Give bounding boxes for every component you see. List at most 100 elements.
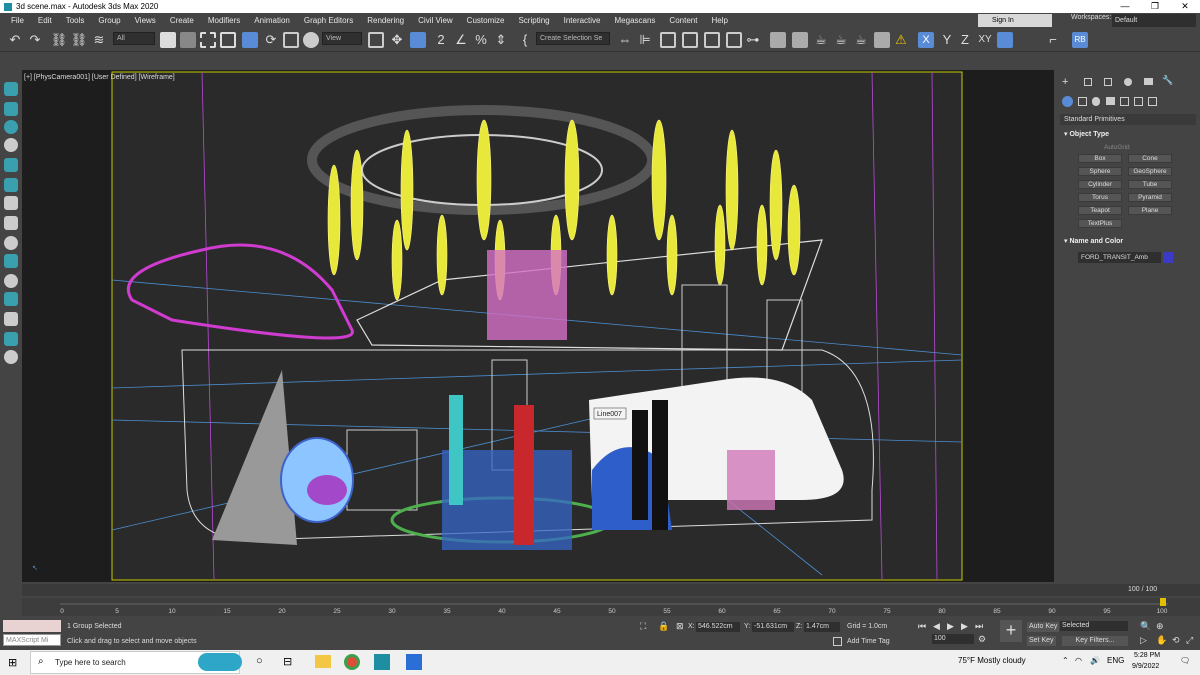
keyboard-shortcut-override-icon[interactable] <box>410 32 426 48</box>
utilities-tab-icon[interactable]: 🔧 <box>1162 75 1173 86</box>
window-crossing-icon[interactable] <box>220 32 236 48</box>
move-icon[interactable] <box>242 32 258 48</box>
render-iterative-icon[interactable]: ☕ <box>832 31 850 49</box>
autogrid-checkbox[interactable]: AutoGrid <box>1104 144 1130 151</box>
maximize-viewport-icon[interactable]: ⤢ <box>1186 635 1193 646</box>
close-button[interactable]: ✕ <box>1170 0 1200 13</box>
teapot-button[interactable]: Teapot <box>1078 206 1122 215</box>
helper-icon[interactable] <box>4 292 18 306</box>
shapes-subtab-icon[interactable] <box>1078 97 1087 106</box>
helpers-subtab-icon[interactable] <box>1120 97 1129 106</box>
grid-icon[interactable] <box>4 312 18 326</box>
notifications-icon[interactable]: 🗨 <box>1180 656 1190 665</box>
populate-icon[interactable] <box>4 82 18 96</box>
set-keys-icon[interactable]: + <box>1000 620 1022 642</box>
menu-file[interactable]: File <box>4 16 31 25</box>
select-by-name-icon[interactable] <box>180 32 196 48</box>
viewport-label[interactable]: [+] [PhysCamera001] [User Defined] [Wire… <box>24 74 175 81</box>
file-explorer-icon[interactable] <box>315 655 331 668</box>
add-time-tag[interactable]: Add Time Tag <box>847 638 890 645</box>
menu-graph-editors[interactable]: Graph Editors <box>297 16 360 25</box>
category-dropdown[interactable]: Standard Primitives <box>1060 114 1196 125</box>
bulb-icon[interactable] <box>4 274 18 288</box>
light-icon[interactable] <box>4 120 18 134</box>
go-to-end-icon[interactable]: ⏭ <box>975 621 983 632</box>
current-frame-field[interactable]: 100 <box>932 634 974 644</box>
volume-icon[interactable]: 🔊 <box>1090 656 1100 665</box>
torus-button[interactable]: Torus <box>1078 193 1122 202</box>
key-mode-dropdown[interactable]: Selected <box>1060 621 1128 631</box>
sphere-icon[interactable] <box>4 236 18 250</box>
display-tab-icon[interactable] <box>1144 78 1153 85</box>
spinner-snap-icon[interactable]: ⇕ <box>492 31 510 49</box>
select-object-icon[interactable] <box>160 32 176 48</box>
play-icon[interactable]: ▶ <box>947 621 954 632</box>
track-bar[interactable]: 0 5 10 15 20 25 30 35 40 45 50 55 60 65 … <box>22 598 1200 616</box>
angle-snap-icon[interactable]: ∠ <box>452 31 470 49</box>
photos-icon[interactable] <box>406 654 422 670</box>
render-setup-icon[interactable] <box>770 32 786 48</box>
time-config-icon[interactable]: ⚙ <box>978 634 986 645</box>
time-tag-icon[interactable] <box>833 637 842 646</box>
menu-interactive[interactable]: Interactive <box>557 16 608 25</box>
bind-space-warp-icon[interactable]: ≋ <box>90 31 108 49</box>
warning-icon[interactable]: ⚠ <box>892 31 910 49</box>
go-to-start-icon[interactable]: ⏮ <box>918 621 926 632</box>
render-in-cloud-icon[interactable] <box>874 32 890 48</box>
plane-icon[interactable] <box>4 332 18 346</box>
unlink-icon[interactable]: ⛓ <box>70 31 88 49</box>
menu-tools[interactable]: Tools <box>59 16 92 25</box>
camera-icon[interactable] <box>4 350 18 364</box>
textplus-button[interactable]: TextPlus <box>1078 219 1122 228</box>
mirror-icon[interactable]: ⇔ <box>616 31 634 49</box>
scale-icon[interactable] <box>283 32 299 48</box>
next-frame-icon[interactable]: ▶ <box>961 621 968 632</box>
door-icon[interactable] <box>4 216 18 230</box>
tree-icon[interactable] <box>4 158 18 172</box>
object-type-rollout[interactable]: ▾ Object Type <box>1064 130 1109 138</box>
create-icon[interactable] <box>4 102 18 116</box>
layer-explorer-icon[interactable] <box>660 32 676 48</box>
edit-named-selection-icon[interactable]: { <box>516 31 534 49</box>
orbit-icon[interactable]: ⟲ <box>1172 635 1180 646</box>
sphere-button[interactable]: Sphere <box>1078 167 1122 176</box>
time-slider[interactable] <box>22 584 1200 596</box>
hierarchy-tab-icon[interactable] <box>1104 78 1112 86</box>
axis-x-button[interactable]: X <box>918 32 934 48</box>
search-highlight-image[interactable] <box>198 653 242 671</box>
reference-coordinate-dropdown[interactable]: View <box>322 32 362 45</box>
object-color-swatch[interactable] <box>1163 252 1173 263</box>
menu-megascans[interactable]: Megascans <box>608 16 663 25</box>
percent-snap-icon[interactable]: % <box>472 31 490 49</box>
start-icon[interactable]: ⊞ <box>8 656 17 669</box>
sign-in-dropdown[interactable]: Sign In <box>978 14 1052 27</box>
maxscript-listener-output[interactable] <box>3 620 61 632</box>
system-tray-chevron-icon[interactable]: ⌃ <box>1062 656 1069 665</box>
maximize-button[interactable]: ❐ <box>1140 0 1170 13</box>
menu-help[interactable]: Help <box>704 16 734 25</box>
clock-time[interactable]: 5:28 PM <box>1134 652 1160 659</box>
corner-icon[interactable]: ⌐ <box>1044 31 1062 49</box>
menu-create[interactable]: Create <box>163 16 201 25</box>
align-icon[interactable]: ⊫ <box>636 31 654 49</box>
selection-lock-icon[interactable]: 🔒 <box>658 621 669 632</box>
workspace-dropdown[interactable]: Default <box>1112 14 1196 27</box>
clock-date[interactable]: 9/9/2022 <box>1132 663 1159 670</box>
weather-status[interactable]: 75°F Mostly cloudy <box>958 656 1026 665</box>
menu-edit[interactable]: Edit <box>31 16 59 25</box>
material-editor-icon[interactable]: ⊶ <box>744 31 762 49</box>
cylinder-button[interactable]: Cylinder <box>1078 180 1122 189</box>
object-paint-icon[interactable] <box>4 138 18 152</box>
modify-tab-icon[interactable] <box>1084 78 1092 86</box>
axis-z-button[interactable]: Z <box>956 31 974 49</box>
geosphere-button[interactable]: GeoSphere <box>1128 167 1172 176</box>
zoom-icon[interactable]: 🔍 <box>1140 621 1151 632</box>
rb-button[interactable]: RB <box>1072 32 1088 48</box>
render-production-icon[interactable]: ☕ <box>812 31 830 49</box>
cameras-subtab-icon[interactable] <box>1106 97 1115 105</box>
select-manipulate-icon[interactable]: ✥ <box>388 31 406 49</box>
rendered-frame-window-icon[interactable] <box>792 32 808 48</box>
menu-animation[interactable]: Animation <box>247 16 297 25</box>
zoom-all-icon[interactable]: ⊕ <box>1156 621 1164 632</box>
3ds-max-taskbar-icon[interactable] <box>374 654 390 670</box>
